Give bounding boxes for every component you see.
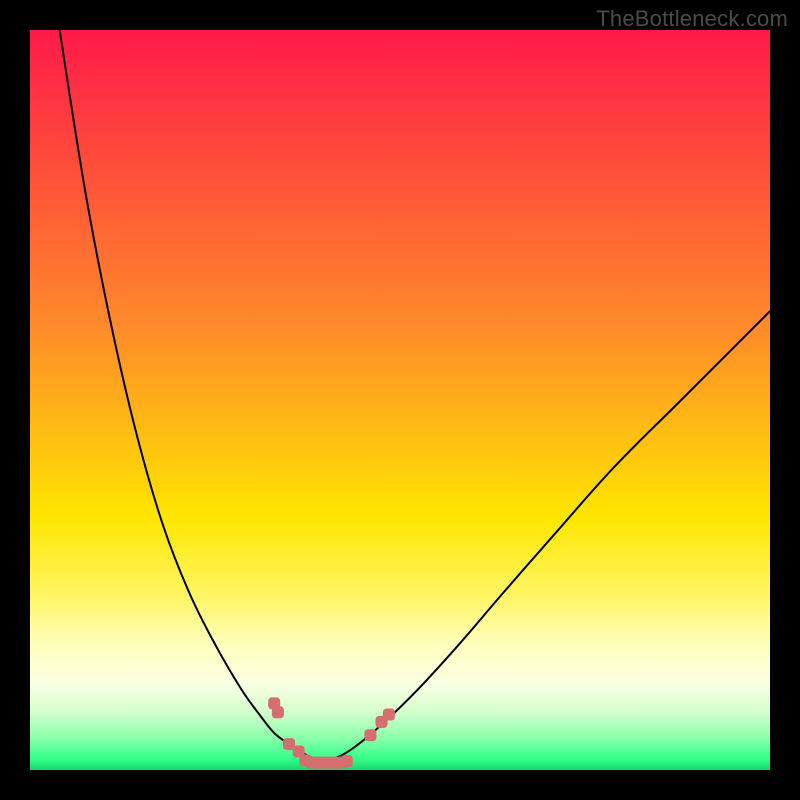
chart-frame: TheBottleneck.com	[0, 0, 800, 800]
chart-svg	[30, 30, 770, 770]
gradient-background	[30, 30, 770, 770]
accent-markers-pt	[383, 709, 395, 721]
watermark-text: TheBottleneck.com	[596, 6, 788, 32]
accent-markers-pt	[364, 729, 376, 741]
accent-markers-pt	[341, 755, 353, 767]
plot-area	[30, 30, 770, 770]
accent-markers-pt	[272, 706, 284, 718]
